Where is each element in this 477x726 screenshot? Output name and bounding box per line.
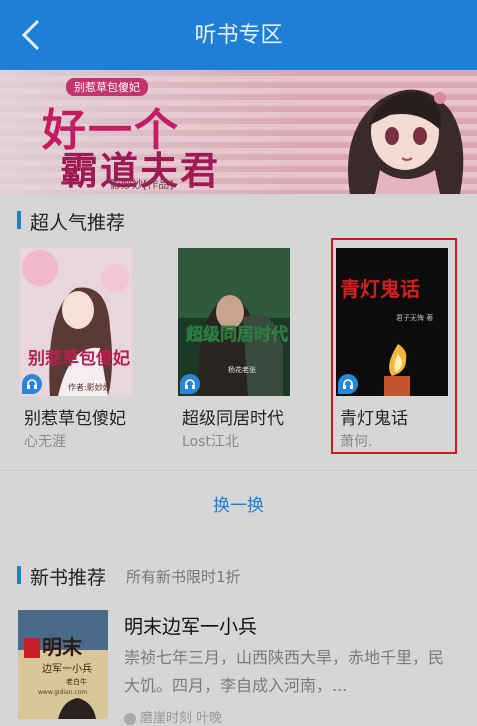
new-books-section-title: 新书推荐 bbox=[30, 567, 107, 589]
new-book-cover-url: www.gidian.com bbox=[38, 689, 87, 696]
book-cover-1[interactable]: 别惹草包傻妃 作者:影妙妙 bbox=[20, 248, 132, 396]
book-cover-1-author: 作者:影妙妙 bbox=[68, 382, 111, 392]
popular-section-title: 超人气推荐 bbox=[30, 212, 126, 234]
new-books-section-subtitle: 所有新书限时1折 bbox=[126, 568, 241, 586]
promo-banner[interactable]: 别惹草包傻妃 好一个 霸道夫君 影妙妙[作品] bbox=[0, 70, 477, 194]
page-title: 听书专区 bbox=[194, 23, 283, 48]
banner-character-illustration bbox=[348, 89, 464, 194]
book-cover-art-1: 别惹草包傻妃 作者:影妙妙 bbox=[20, 248, 132, 396]
book-cover-art-2: 超级同居时代 杨花老张 bbox=[178, 248, 290, 396]
book-author-2: Lost江北 bbox=[182, 434, 239, 450]
new-book-cover-art: 明末 边军一小兵 老白牛 www.gidian.com bbox=[18, 610, 108, 719]
book-cover-2-title: 超级同居时代 bbox=[186, 324, 288, 345]
book-cover-2-author: 杨花老张 bbox=[228, 365, 256, 374]
selection-highlight bbox=[331, 238, 457, 454]
book-author-1: 心无涯 bbox=[24, 434, 66, 450]
book-title-1[interactable]: 别惹草包傻妃 bbox=[24, 404, 154, 429]
app-header: 听书专区 bbox=[0, 0, 477, 70]
new-book-cover-author: 老白牛 bbox=[66, 677, 87, 686]
book-cover-2[interactable]: 超级同居时代 杨花老张 bbox=[178, 248, 290, 396]
new-book-description: 崇祯七年三月，山西陕西大旱，赤地千里，民大饥。四月，李自成入河南，... bbox=[124, 648, 445, 695]
banner-author: 影妙妙[作品] bbox=[110, 178, 174, 191]
headphones-icon bbox=[180, 374, 200, 394]
book-title-2[interactable]: 超级同居时代 bbox=[182, 404, 312, 429]
new-book-title[interactable]: 明末边军一小兵 bbox=[124, 612, 257, 639]
book-cover-1-title: 别惹草包傻妃 bbox=[27, 348, 130, 369]
swap-button[interactable]: 换一换 bbox=[0, 491, 477, 516]
new-book-cover[interactable]: 明末 边军一小兵 老白牛 www.gidian.com bbox=[18, 610, 108, 719]
headphones-icon bbox=[22, 374, 42, 394]
section-accent-bar bbox=[17, 211, 21, 229]
swap-row: 换一换 bbox=[0, 470, 477, 535]
section-accent-bar bbox=[17, 566, 21, 584]
new-book-cover-subtitle: 边军一小兵 bbox=[42, 662, 92, 675]
new-book-meta: 磨崖时刻 叶晚 bbox=[124, 707, 222, 726]
new-book-cover-title: 明末 bbox=[42, 635, 83, 659]
